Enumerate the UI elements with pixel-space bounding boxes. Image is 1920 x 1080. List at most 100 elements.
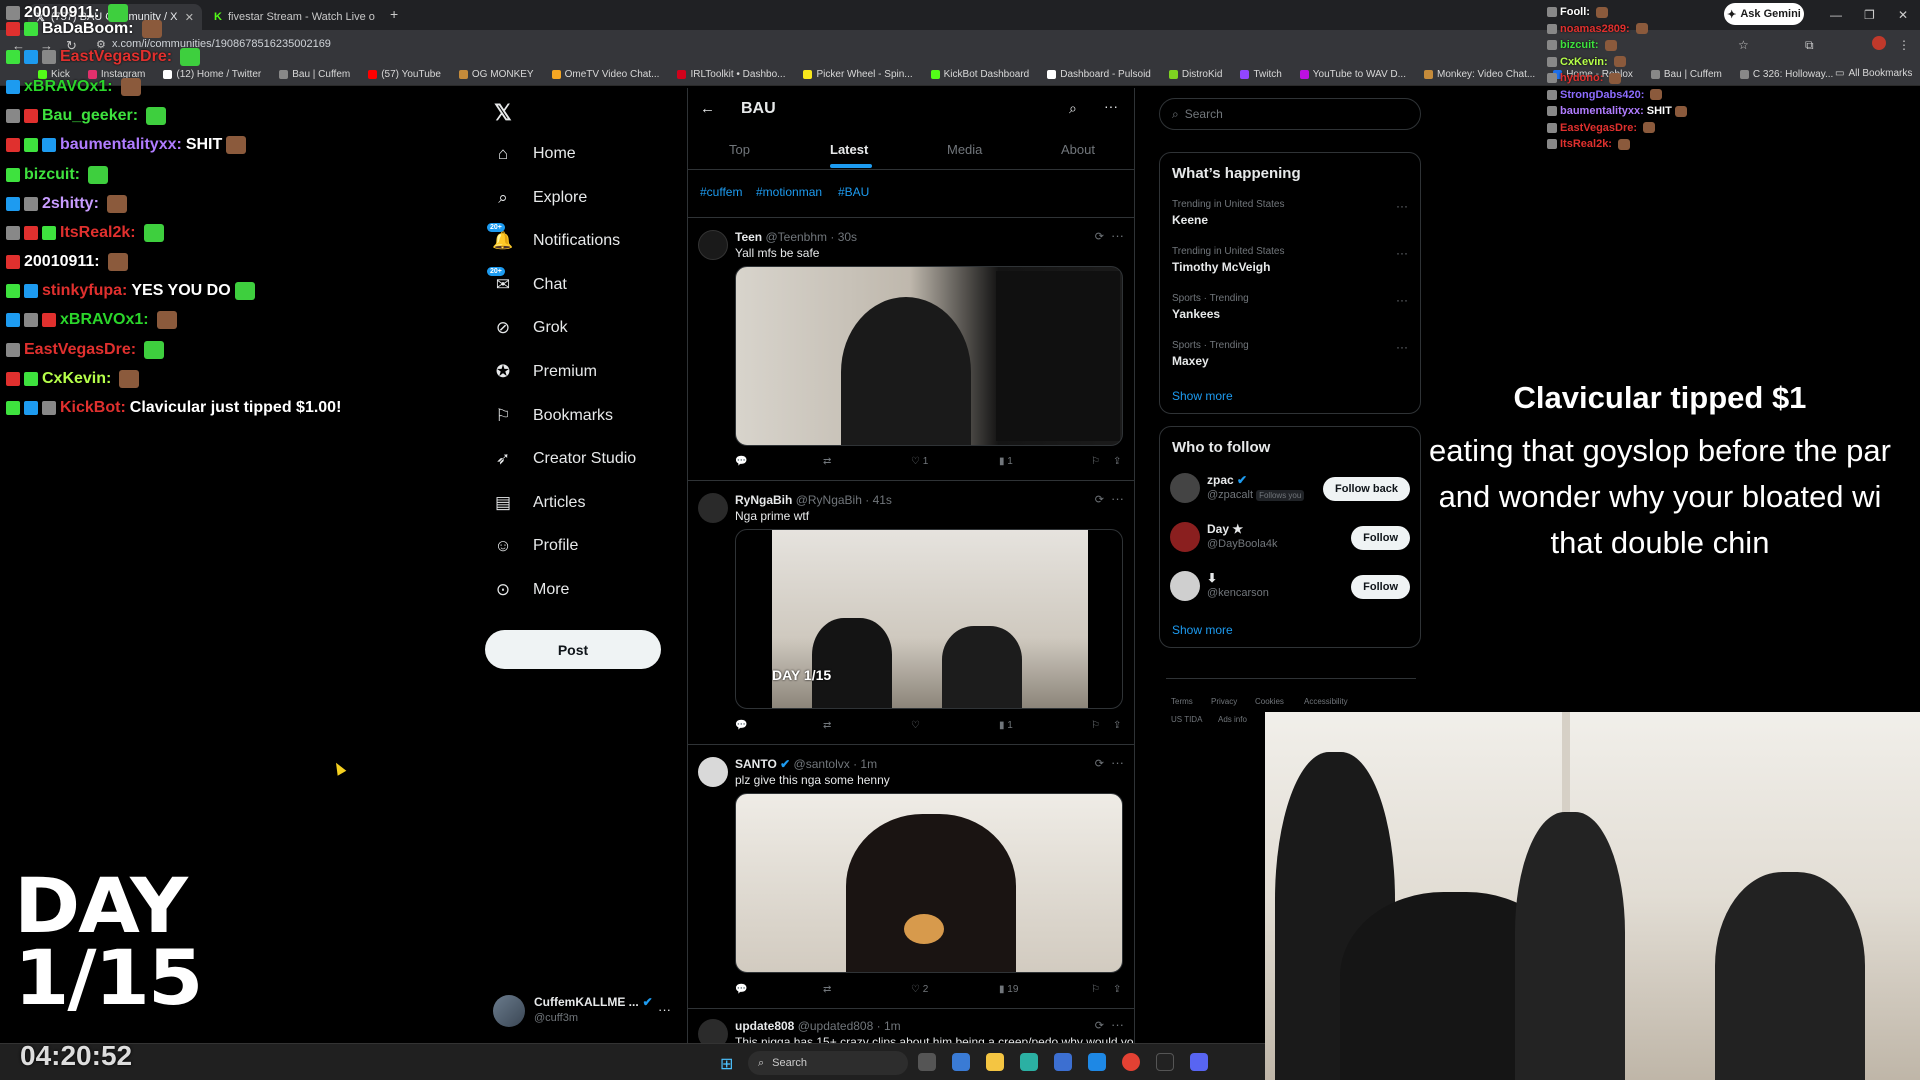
avatar[interactable] — [493, 995, 525, 1027]
bookmark-item[interactable]: OG MONKEY — [458, 69, 534, 80]
more-dots-icon[interactable]: ··· — [1111, 1017, 1124, 1032]
avatar[interactable] — [698, 493, 728, 523]
nav-item-grok[interactable]: ⊘ Grok — [493, 318, 568, 338]
tweet-video[interactable] — [735, 793, 1123, 973]
chat-username[interactable]: bizcuit: — [1560, 39, 1599, 51]
bookmark-item[interactable]: DistroKid — [1168, 69, 1222, 80]
tweet-author[interactable]: RyNgaBih @RyNgaBih · 41s — [735, 493, 892, 507]
avatar[interactable] — [1170, 571, 1200, 601]
chat-username[interactable]: xBRAVOx1: — [24, 78, 113, 96]
trend-topic[interactable]: Maxey — [1172, 354, 1209, 368]
chat-username[interactable]: EastVegasDre: — [1560, 122, 1637, 134]
tweet[interactable]: RyNgaBih @RyNgaBih · 41s ⟳ ··· Nga prime… — [688, 480, 1134, 743]
nav-item-more[interactable]: ⊙ More — [493, 580, 570, 600]
tab-about[interactable]: About — [1061, 142, 1095, 157]
hashtag-link[interactable]: #BAU — [838, 185, 869, 199]
bookmark-item[interactable]: Monkey: Video Chat... — [1423, 69, 1535, 80]
post-button[interactable]: Post — [485, 630, 661, 669]
all-bookmarks[interactable]: ▭ All Bookmarks — [1835, 68, 1913, 79]
chat-username[interactable]: EastVegasDre: — [24, 341, 136, 359]
more-dots-icon[interactable]: ··· — [1396, 340, 1408, 354]
tweet[interactable]: update808 @updated808 · 1m ⟳ ··· This ni… — [688, 1008, 1134, 1043]
new-tab-icon[interactable]: + — [390, 6, 398, 22]
bookmark-item[interactable]: Picker Wheel - Spin... — [803, 69, 913, 80]
follow-back-button[interactable]: Follow back — [1323, 477, 1410, 501]
avatar[interactable] — [698, 1019, 728, 1043]
chat-username[interactable]: baumentalityxx: — [60, 136, 182, 154]
ask-gemini-button[interactable]: ✦ Ask Gemini — [1724, 3, 1804, 25]
reply-icon[interactable]: 💬 — [735, 456, 747, 467]
chat-username[interactable]: baumentalityxx: — [1560, 105, 1644, 117]
footer-link[interactable]: Privacy — [1211, 697, 1237, 706]
trend-topic[interactable]: Timothy McVeigh — [1172, 260, 1270, 274]
chat-username[interactable]: noamas2809: — [1560, 23, 1630, 35]
views-icon[interactable]: ▮ 1 — [999, 456, 1013, 467]
chat-username[interactable]: EastVegasDre: — [60, 48, 172, 66]
share-icon[interactable]: ⇪ — [1113, 984, 1121, 995]
footer-link[interactable]: Cookies — [1255, 697, 1284, 706]
more-dots-icon[interactable]: ··· — [658, 1002, 671, 1017]
tab-fivestar-stream[interactable]: K fivestar Stream - Watch Live o ✕ — [206, 4, 376, 30]
bookmark-item[interactable]: (57) YouTube — [368, 69, 441, 80]
show-more-link[interactable]: Show more — [1172, 389, 1233, 403]
extensions-icon[interactable]: ⧉ — [1805, 38, 1814, 53]
profile-avatar[interactable] — [1872, 36, 1886, 50]
footer-link[interactable]: Terms — [1171, 697, 1193, 706]
discord-icon[interactable] — [1190, 1053, 1208, 1071]
bookmark-item[interactable]: Bau | Cuffem — [279, 69, 350, 80]
chat-username[interactable]: 2shitty: — [42, 195, 99, 213]
chat-username[interactable]: CxKevin: — [1560, 56, 1608, 68]
chat-username[interactable]: bizcuit: — [24, 166, 80, 184]
footer-link[interactable]: Ads info — [1218, 715, 1247, 724]
file-explorer-icon[interactable] — [986, 1053, 1004, 1071]
hashtag-link[interactable]: #motionman — [756, 185, 822, 199]
bookmark-item[interactable]: YouTube to WAV D... — [1299, 69, 1406, 80]
back-arrow-icon[interactable]: ← — [700, 100, 715, 117]
reply-icon[interactable]: 💬 — [735, 984, 747, 995]
follow-name[interactable]: Day ★ — [1207, 522, 1243, 536]
trend-topic[interactable]: Keene — [1172, 213, 1208, 227]
chat-username[interactable]: ItsReal2k: — [1560, 138, 1612, 150]
avatar[interactable] — [1170, 522, 1200, 552]
chat-username[interactable]: CxKevin: — [42, 370, 111, 388]
avatar[interactable] — [1170, 473, 1200, 503]
follow-name[interactable]: ⬇ — [1207, 571, 1217, 585]
bookmark-icon[interactable]: ⚐ — [1091, 456, 1100, 467]
bookmark-item[interactable]: C 326: Holloway... — [1739, 69, 1833, 80]
nav-item-home[interactable]: ⌂ Home — [493, 144, 576, 164]
retweet-icon[interactable]: ⇄ — [823, 456, 831, 467]
outlook-icon[interactable] — [1088, 1053, 1106, 1071]
bookmark-item[interactable]: Twitch — [1240, 69, 1282, 80]
nav-item-profile[interactable]: ☺ Profile — [493, 536, 578, 556]
search-input[interactable]: ⌕ Search — [1159, 98, 1421, 130]
footer-link[interactable]: Accessibility — [1304, 697, 1348, 706]
more-dots-icon[interactable]: ··· — [1396, 199, 1408, 213]
chat-username[interactable]: hydono: — [1560, 72, 1603, 84]
bookmark-item[interactable]: Dashboard - Pulsoid — [1047, 69, 1151, 80]
nav-item-articles[interactable]: ▤ Articles — [493, 493, 585, 513]
avatar[interactable] — [698, 230, 728, 260]
chrome-icon[interactable] — [1122, 1053, 1140, 1071]
menu-dots-icon[interactable]: ⋮ — [1898, 38, 1910, 52]
grok-icon[interactable]: ⟳ — [1095, 757, 1104, 770]
chat-username[interactable]: stinkyfupa: — [42, 282, 127, 300]
nav-item-chat[interactable]: ✉ 20+ Chat — [487, 266, 567, 295]
more-dots-icon[interactable]: ··· — [1111, 228, 1124, 243]
tab-top[interactable]: Top — [729, 142, 750, 157]
bookmark-icon[interactable]: ⚐ — [1091, 720, 1100, 731]
more-dots-icon[interactable]: ··· — [1111, 755, 1124, 770]
chat-username[interactable]: Fooll: — [1560, 6, 1590, 18]
task-view-icon[interactable] — [918, 1053, 936, 1071]
nav-item-bookmarks[interactable]: ⚐ Bookmarks — [493, 406, 613, 426]
chat-username[interactable]: Bau_geeker: — [42, 107, 138, 125]
views-icon[interactable]: ▮ 1 — [999, 720, 1013, 731]
restore-icon[interactable]: ❐ — [1864, 8, 1875, 22]
tweet-author[interactable]: update808 @updated808 · 1m — [735, 1019, 901, 1033]
tweet-author[interactable]: Teen @Teenbhm · 30s — [735, 230, 857, 244]
more-dots-icon[interactable]: ··· — [1396, 246, 1408, 260]
follow-name[interactable]: zpac ✔ — [1207, 473, 1247, 487]
like-icon[interactable]: ♡ — [911, 720, 920, 731]
close-icon[interactable]: ✕ — [185, 11, 194, 24]
x-logo-icon[interactable]: 𝕏 — [494, 100, 512, 126]
bookmark-item[interactable]: IRLToolkit • Dashbo... — [677, 69, 785, 80]
